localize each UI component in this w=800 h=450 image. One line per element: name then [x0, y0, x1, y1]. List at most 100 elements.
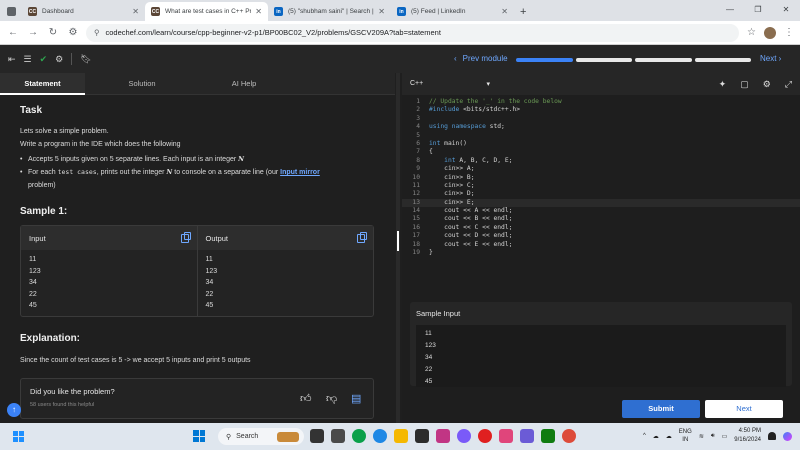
app-icon[interactable]	[415, 429, 429, 443]
panel-resizer[interactable]	[396, 73, 400, 423]
magic-wand-icon[interactable]: ✦	[719, 79, 727, 90]
code-editor[interactable]: 1 // Update the '_' in the code below 2 #in…	[402, 95, 800, 295]
fullscreen-icon[interactable]: ⤢	[785, 79, 792, 90]
cloud-icon[interactable]: ☁	[653, 433, 659, 440]
tab-statement[interactable]: Statement	[0, 72, 85, 95]
tab-title: Dashboard	[42, 8, 74, 15]
bookmark-icon[interactable]: 🔖︎	[80, 54, 91, 65]
volume-icon[interactable]: 🔊︎	[711, 433, 715, 440]
back-icon[interactable]: ←	[6, 27, 20, 38]
thumbs-down-icon[interactable]: 👎︎	[326, 392, 337, 405]
copy-input-icon[interactable]	[180, 231, 191, 243]
chat-icon[interactable]: ▢	[740, 79, 749, 90]
output-value: 11	[205, 256, 213, 263]
reload-icon[interactable]: ↻	[46, 27, 60, 38]
notification-bell-icon[interactable]	[768, 432, 776, 440]
tab-solution[interactable]: Solution	[97, 73, 187, 95]
battery-icon[interactable]: ▭	[722, 433, 728, 440]
bookmark-star-icon[interactable]: ☆	[747, 27, 756, 38]
restore-icon[interactable]: ❐	[744, 5, 772, 14]
line-code: cin>> E;	[429, 198, 475, 206]
close-tab-icon[interactable]: ✕	[378, 7, 385, 16]
collapse-sidebar-icon[interactable]: ⇤	[8, 54, 16, 65]
next-module-button[interactable]: Next ›	[760, 54, 781, 63]
app-icon[interactable]	[310, 429, 324, 443]
minimize-icon[interactable]: —	[716, 5, 744, 14]
taskbar-search[interactable]: ⚲ Search	[218, 428, 304, 445]
line-code: cin>> B;	[429, 173, 475, 181]
widgets-icon[interactable]	[13, 431, 24, 442]
close-tab-icon[interactable]: ✕	[255, 7, 262, 16]
thumbs-up-icon[interactable]: 👍︎	[300, 392, 312, 405]
close-tab-icon[interactable]: ✕	[132, 7, 139, 16]
tab-search-icon	[6, 7, 16, 16]
line-code: cin>> C;	[429, 181, 475, 189]
browser-tab[interactable]: in (5) "shubham saini" | Search | L... ✕	[268, 2, 391, 21]
edge-icon[interactable]	[373, 429, 387, 443]
settings-gear-icon[interactable]: ⚙	[763, 79, 771, 90]
prev-module-button[interactable]: ‹ Prev module	[454, 54, 508, 63]
browser-menu-icon[interactable]: ⋮	[784, 27, 794, 38]
tab-list-button[interactable]	[0, 2, 22, 21]
favicon-icon: CC	[151, 7, 160, 16]
clock[interactable]: 4:50 PM 9/16/2024	[734, 427, 761, 445]
code-line: 16 cout << C << endl;	[402, 224, 800, 232]
onedrive-icon[interactable]: ☁	[666, 433, 672, 440]
chrome-icon[interactable]	[562, 429, 576, 443]
instagram-icon[interactable]	[436, 429, 450, 443]
sample-input-value: 34	[425, 354, 433, 361]
output-value: 45	[205, 302, 214, 309]
variable-n: N	[238, 155, 245, 163]
profile-avatar[interactable]	[764, 26, 776, 39]
browser-tab[interactable]: in (5) Feed | LinkedIn ✕	[391, 2, 514, 21]
line-number: 9	[416, 165, 420, 173]
feedback-count: 58 users found this helpful	[30, 402, 95, 408]
line-number: 13	[412, 198, 420, 206]
app-icon[interactable]	[457, 429, 471, 443]
line-number: 2	[416, 106, 420, 114]
app-icon[interactable]	[520, 429, 534, 443]
comment-icon[interactable]: ▤	[351, 392, 361, 405]
app-icon[interactable]	[331, 429, 345, 443]
chevron-up-icon[interactable]: ^	[643, 433, 646, 439]
browser-tab[interactable]: CC Dashboard ✕	[22, 2, 145, 21]
copy-output-icon[interactable]	[357, 231, 367, 243]
new-tab-button[interactable]: +	[514, 2, 532, 21]
submit-button[interactable]: Submit	[622, 400, 700, 418]
start-button-icon[interactable]	[193, 430, 205, 442]
app-header: ⇤ ☰ ✔ ⚙ 🔖︎ ‹ Prev module Next ›	[0, 45, 800, 73]
browser-tab[interactable]: CC What are test cases in C++ Pro... ✕	[145, 2, 268, 21]
opera-icon[interactable]	[478, 429, 492, 443]
scroll-top-button[interactable]: ↑	[7, 403, 21, 417]
close-tab-icon[interactable]: ✕	[501, 7, 508, 16]
copilot-icon[interactable]	[783, 431, 792, 441]
list-icon[interactable]: ☰	[24, 54, 32, 65]
sample-input-value: 45	[425, 378, 433, 385]
sample-input-value: 11	[425, 330, 432, 337]
input-mirror-link[interactable]: Input mirror	[280, 169, 320, 176]
line-number: 8	[416, 156, 420, 164]
tab-ai-help[interactable]: AI Help	[199, 73, 289, 95]
language-indicator[interactable]: ENG IN	[679, 428, 692, 444]
app-icon[interactable]	[499, 429, 513, 443]
explanation-text: Since the count of test cases is 5 -> we…	[20, 357, 251, 364]
clock-date: 9/16/2024	[734, 437, 761, 443]
resizer-grip[interactable]	[397, 231, 399, 251]
extensions-icon[interactable]: ⚙	[66, 27, 80, 38]
line-number: 5	[416, 131, 420, 139]
settings-icon[interactable]: ⚙	[55, 54, 63, 65]
site-info-icon[interactable]: ⚲	[94, 28, 100, 37]
language-select[interactable]: C++ ▾	[410, 80, 490, 88]
input-value: 11	[29, 256, 37, 263]
forward-icon[interactable]: →	[26, 27, 40, 38]
xbox-icon[interactable]	[541, 429, 555, 443]
line-number: 1	[416, 98, 420, 105]
url-text: codechef.com/learn/course/cpp-beginner-v…	[105, 28, 441, 37]
file-explorer-icon[interactable]	[394, 429, 408, 443]
wifi-icon[interactable]: ≋	[699, 433, 704, 440]
url-bar[interactable]: ⚲ codechef.com/learn/course/cpp-beginner…	[86, 23, 740, 42]
sample-input-value: 123	[425, 342, 436, 349]
next-button[interactable]: Next	[705, 400, 783, 418]
close-window-icon[interactable]: ✕	[772, 5, 800, 14]
app-icon[interactable]	[352, 429, 366, 443]
